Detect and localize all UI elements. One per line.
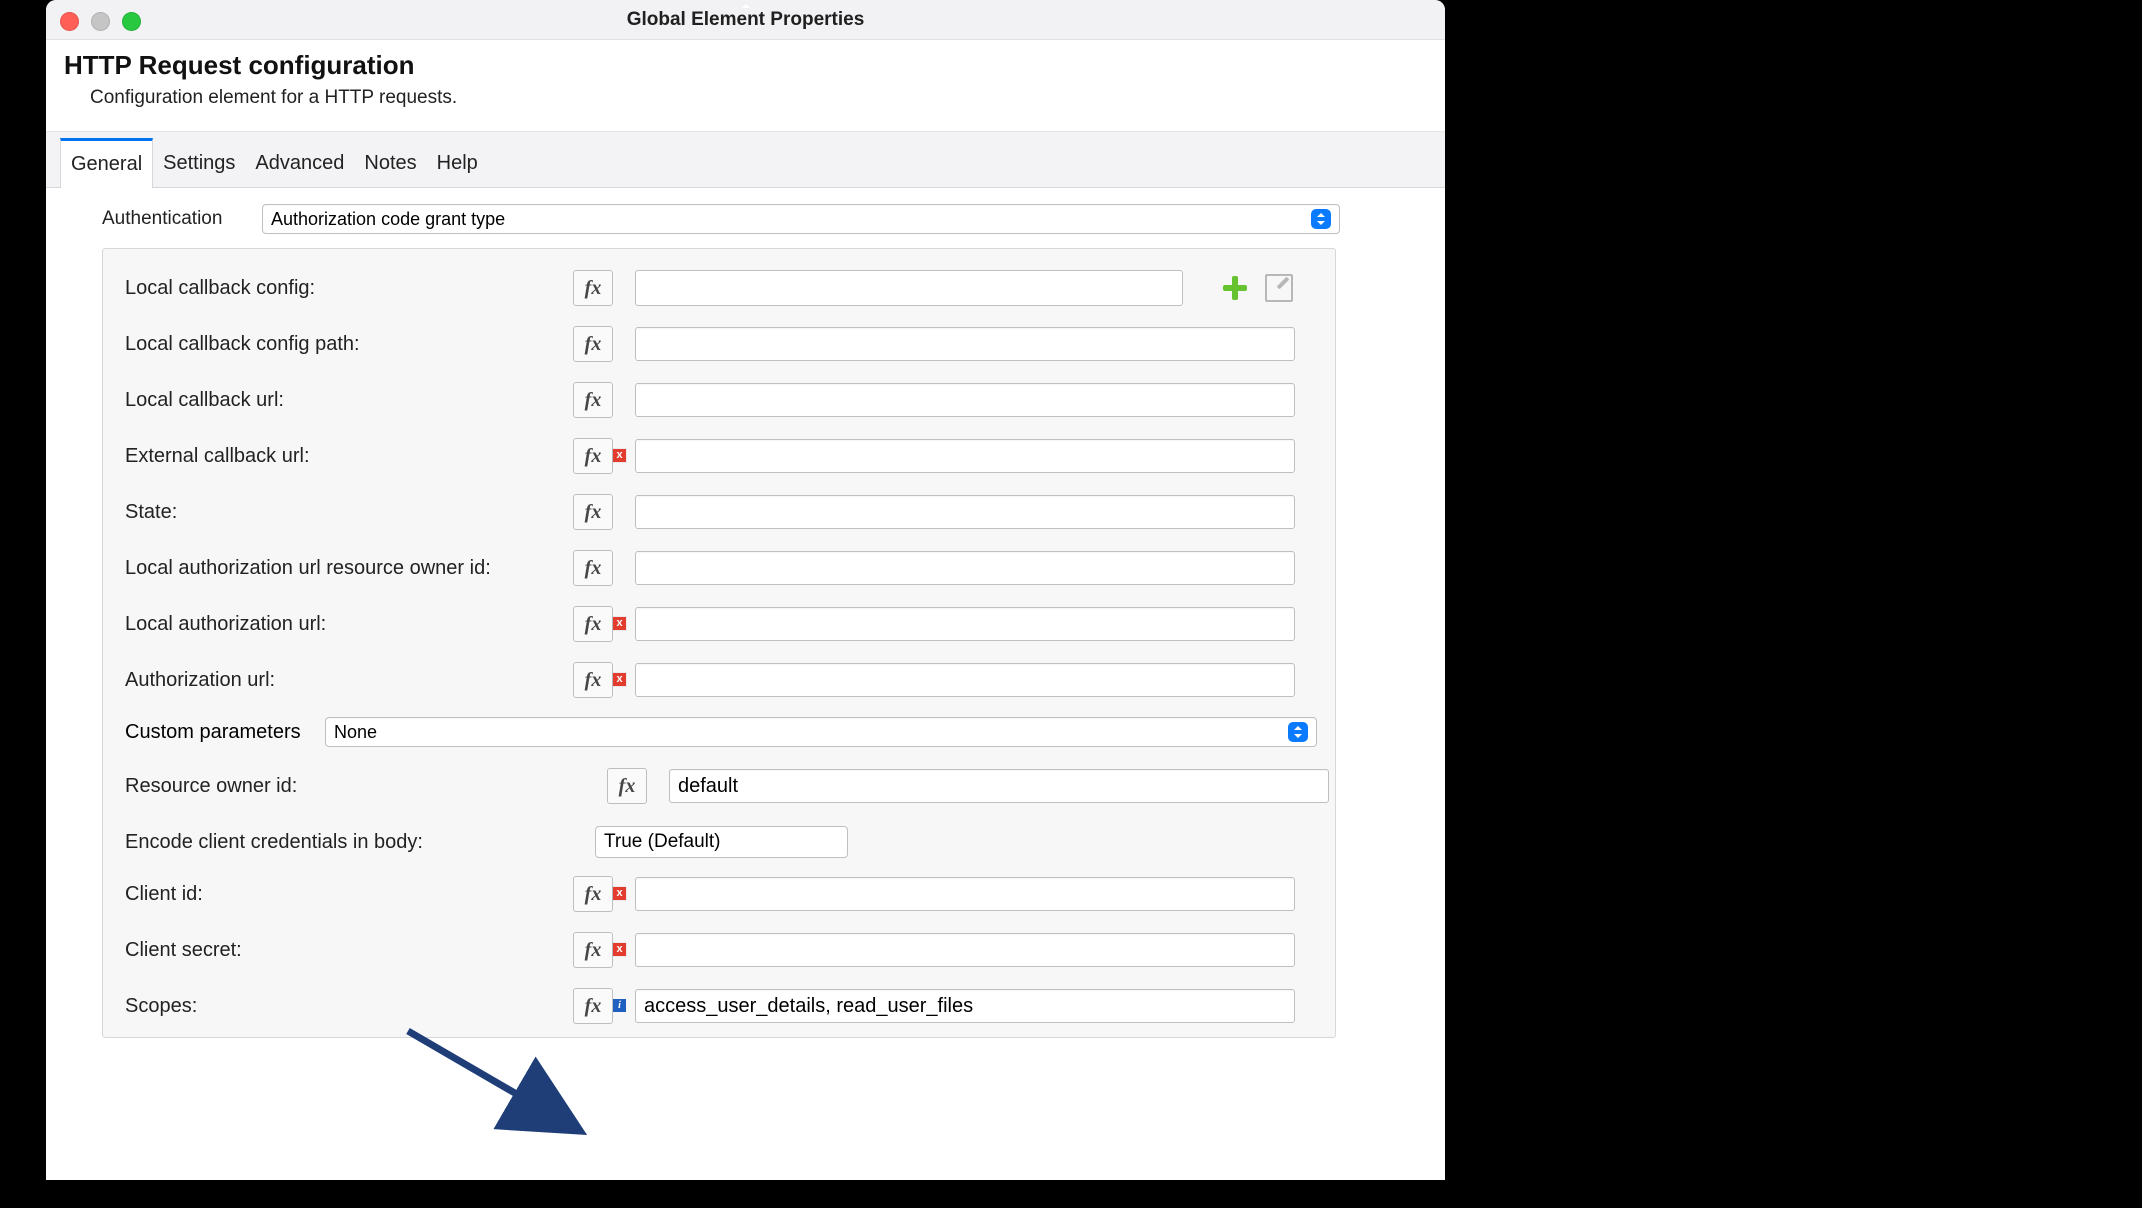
resource-owner-id-label: Resource owner id: <box>125 775 607 798</box>
fx-toggle[interactable]: fx <box>573 382 613 418</box>
authorization-url-input[interactable] <box>635 663 1295 697</box>
error-icon: x <box>613 943 626 956</box>
local-callback-url-input[interactable] <box>635 383 1295 417</box>
updown-icon <box>1288 722 1308 742</box>
local-auth-url-input[interactable] <box>635 607 1295 641</box>
local-auth-url-label: Local authorization url: <box>125 613 573 636</box>
tab-help[interactable]: Help <box>427 137 488 187</box>
add-icon[interactable] <box>1223 276 1247 300</box>
error-icon: x <box>613 673 626 686</box>
fx-toggle[interactable]: fx <box>573 932 613 968</box>
authentication-groupbox: Local callback config: fx Local callback… <box>102 248 1336 1038</box>
local-callback-url-label: Local callback url: <box>125 389 573 412</box>
close-window-button[interactable] <box>60 12 79 31</box>
tab-bar: General Settings Advanced Notes Help <box>46 132 1445 188</box>
encode-in-body-select[interactable]: True (Default) <box>595 826 848 858</box>
local-callback-config-path-input[interactable] <box>635 327 1295 361</box>
fx-toggle[interactable]: fx <box>573 550 613 586</box>
dialog-window: Global Element Properties HTTP Request c… <box>46 0 1445 1180</box>
client-id-input[interactable] <box>635 877 1295 911</box>
error-icon: x <box>613 617 626 630</box>
tab-settings[interactable]: Settings <box>153 137 245 187</box>
external-callback-url-label: External callback url: <box>125 445 573 468</box>
fx-toggle[interactable]: fx <box>573 270 613 306</box>
updown-icon <box>1311 209 1331 229</box>
error-icon: x <box>613 449 626 462</box>
state-input[interactable] <box>635 495 1295 529</box>
page-title: HTTP Request configuration <box>64 50 1427 81</box>
authentication-label: Authentication <box>102 208 252 230</box>
info-icon: i <box>613 999 626 1012</box>
local-callback-config-path-label: Local callback config path: <box>125 333 573 356</box>
scopes-input[interactable] <box>635 989 1295 1023</box>
fx-toggle[interactable]: fx <box>573 988 613 1024</box>
encode-in-body-label: Encode client credentials in body: <box>125 831 587 854</box>
encode-in-body-value: True (Default) <box>604 831 721 853</box>
authorization-url-label: Authorization url: <box>125 669 573 692</box>
state-label: State: <box>125 501 573 524</box>
authentication-value: Authorization code grant type <box>271 209 505 230</box>
external-callback-url-input[interactable] <box>635 439 1295 473</box>
authentication-select[interactable]: Authorization code grant type <box>262 204 1340 234</box>
local-callback-config-select[interactable] <box>635 270 1183 306</box>
tab-general[interactable]: General <box>60 138 153 188</box>
window-controls <box>60 12 141 31</box>
client-secret-input[interactable] <box>635 933 1295 967</box>
local-auth-url-owner-id-label: Local authorization url resource owner i… <box>125 557 573 580</box>
tab-notes[interactable]: Notes <box>354 137 426 187</box>
dialog-header: HTTP Request configuration Configuration… <box>46 40 1445 132</box>
fx-toggle[interactable]: fx <box>573 662 613 698</box>
error-icon: x <box>613 887 626 900</box>
page-description: Configuration element for a HTTP request… <box>90 87 1427 109</box>
fx-toggle[interactable]: fx <box>573 494 613 530</box>
client-secret-label: Client secret: <box>125 939 573 962</box>
fx-toggle[interactable]: fx <box>607 768 647 804</box>
scopes-label: Scopes: <box>125 995 573 1018</box>
fx-toggle[interactable]: fx <box>573 326 613 362</box>
zoom-window-button[interactable] <box>122 12 141 31</box>
edit-icon[interactable] <box>1265 274 1293 302</box>
client-id-label: Client id: <box>125 883 573 906</box>
custom-parameters-value: None <box>334 722 377 743</box>
local-auth-url-owner-id-input[interactable] <box>635 551 1295 585</box>
general-pane: Authentication Authorization code grant … <box>46 188 1445 1060</box>
resource-owner-id-input[interactable] <box>669 769 1329 803</box>
custom-parameters-select[interactable]: None <box>325 717 1317 747</box>
minimize-window-button[interactable] <box>91 12 110 31</box>
fx-toggle[interactable]: fx <box>573 438 613 474</box>
local-callback-config-label: Local callback config: <box>125 277 573 300</box>
window-title: Global Element Properties <box>627 9 865 31</box>
tab-advanced[interactable]: Advanced <box>245 137 354 187</box>
fx-toggle[interactable]: fx <box>573 606 613 642</box>
custom-parameters-label: Custom parameters <box>125 721 325 744</box>
fx-toggle[interactable]: fx <box>573 876 613 912</box>
